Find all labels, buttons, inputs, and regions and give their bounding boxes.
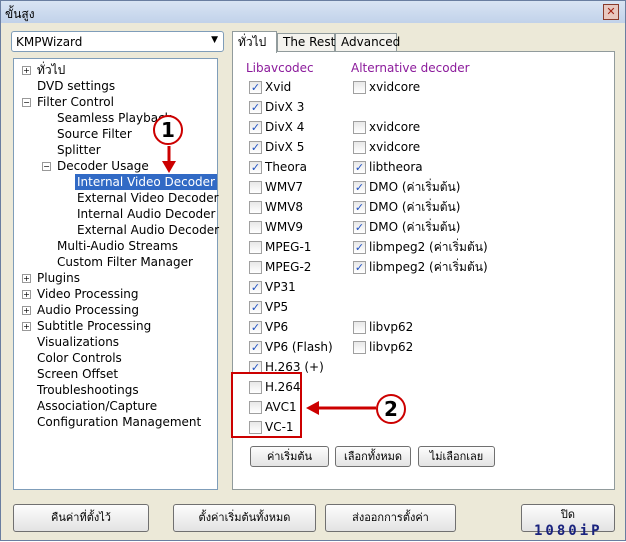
annotation-arrows	[162, 146, 376, 438]
annotation-marker-2: 2	[376, 394, 406, 424]
settings-window: ขั้นสูง ✕ KMPWizard ▼ + ทั่วไป DVD setting…	[0, 0, 626, 541]
arrow-2-head	[306, 401, 319, 415]
tab-0[interactable]: ทั่วไป	[232, 31, 277, 53]
annotation-marker-1: 1	[153, 115, 183, 145]
arrow-1-head	[162, 161, 176, 173]
highlight-box	[231, 372, 302, 438]
